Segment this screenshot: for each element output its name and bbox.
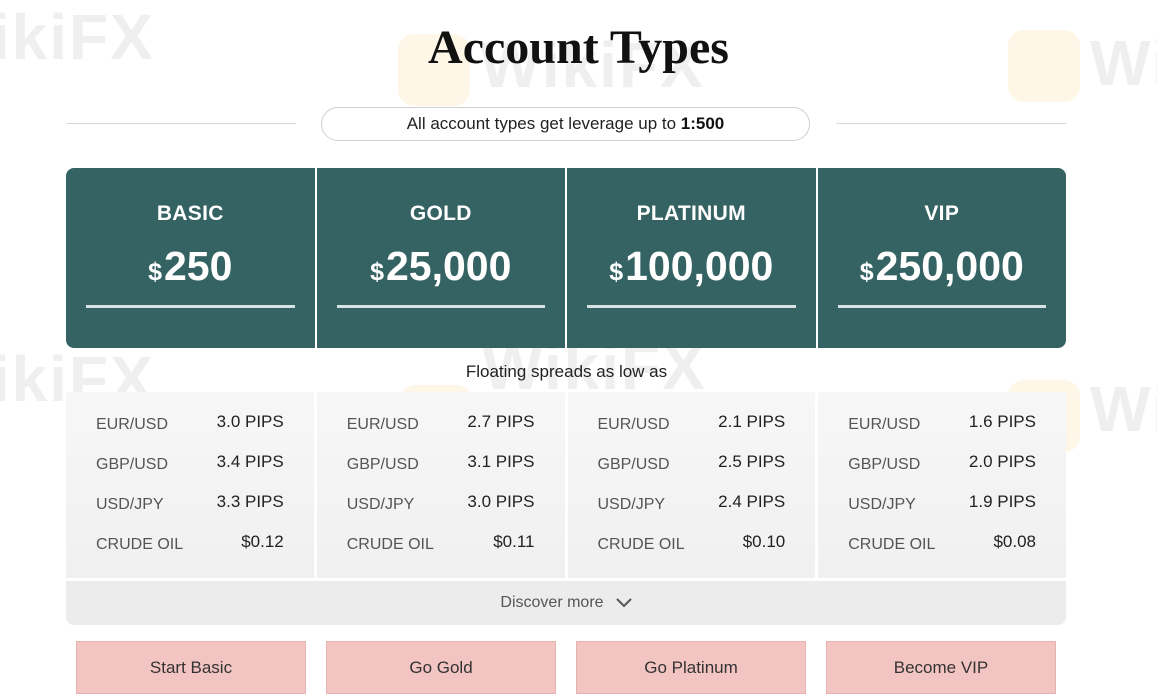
- leverage-text: All account types get leverage up to: [406, 114, 681, 133]
- currency-symbol: $: [148, 258, 162, 286]
- spread-pair: GBP/USD: [346, 456, 419, 473]
- spread-pair: GBP/USD: [96, 456, 169, 473]
- plan-price: $250: [66, 242, 315, 296]
- spread-value: $0.08: [993, 532, 1036, 551]
- spread-column-gold: EUR/USD 2.7 PIPS GBP/USD 3.1 PIPS USD/JPY 3…: [313, 392, 565, 578]
- spread-row: CRUDE OIL $0.08: [818, 532, 1066, 572]
- spread-value: 2.0 PIPS: [968, 452, 1036, 471]
- plan-card-basic: BASIC $250: [66, 168, 315, 348]
- spread-value: 3.0 PIPS: [467, 492, 535, 511]
- spread-row: EUR/USD 2.7 PIPS: [317, 412, 565, 452]
- leverage-value: 1:500: [680, 114, 725, 133]
- spread-value: $0.10: [742, 532, 786, 551]
- discover-more-label: Discover more: [500, 594, 604, 611]
- spread-value: 3.4 PIPS: [216, 452, 284, 471]
- spread-value: 3.1 PIPS: [467, 452, 535, 471]
- spreads-heading: Floating spreads as low as: [465, 362, 668, 381]
- plan-price: $250,000: [818, 242, 1067, 296]
- divider: [836, 123, 1066, 124]
- spread-row: USD/JPY 3.0 PIPS: [317, 492, 565, 532]
- currency-symbol: $: [859, 258, 874, 286]
- page-title: Account Types: [428, 21, 729, 74]
- go-platinum-button[interactable]: Go Platinum: [576, 641, 806, 694]
- go-gold-button[interactable]: Go Gold: [326, 641, 556, 694]
- spread-row: GBP/USD 2.5 PIPS: [568, 452, 816, 492]
- spread-row: EUR/USD 2.1 PIPS: [568, 412, 816, 452]
- spread-pair: EUR/USD: [848, 416, 921, 433]
- plan-card-gold: GOLD $25,000: [314, 168, 566, 348]
- plan-card-platinum: PLATINUM $100,000: [565, 168, 816, 348]
- start-basic-button[interactable]: Start Basic: [76, 641, 306, 694]
- plan-buttons: Start Basic Go Gold Go Platinum Become V…: [76, 641, 1056, 694]
- plan-price-value: 25,000: [386, 243, 512, 289]
- plan-price-value: 250: [163, 243, 233, 289]
- spread-row: GBP/USD 3.1 PIPS: [317, 452, 565, 492]
- spread-pair: EUR/USD: [96, 416, 169, 433]
- chevron-down-icon: [615, 598, 632, 608]
- spread-value: 1.6 PIPS: [968, 412, 1036, 431]
- spread-row: USD/JPY 3.3 PIPS: [66, 492, 314, 532]
- spread-pair: CRUDE OIL: [96, 536, 184, 553]
- spreads-table: EUR/USD 3.0 PIPS GBP/USD 3.4 PIPS USD/JPY 3…: [66, 392, 1066, 578]
- discover-more-button[interactable]: Discover more: [66, 581, 1066, 625]
- spread-column-platinum: EUR/USD 2.1 PIPS GBP/USD 2.5 PIPS USD/JPY 2…: [564, 392, 816, 578]
- spread-pair: CRUDE OIL: [597, 536, 685, 553]
- currency-symbol: $: [609, 258, 624, 286]
- plan-price: $25,000: [317, 242, 566, 296]
- spread-row: CRUDE OIL $0.10: [568, 532, 816, 572]
- become-vip-button[interactable]: Become VIP: [826, 641, 1056, 694]
- spread-value: 3.3 PIPS: [216, 492, 284, 511]
- plan-name: GOLD: [409, 202, 472, 225]
- plan-name: BASIC: [156, 202, 224, 225]
- spread-pair: USD/JPY: [346, 496, 415, 513]
- plan-name: PLATINUM: [636, 202, 746, 225]
- spread-pair: CRUDE OIL: [346, 536, 434, 553]
- plan-card-vip: VIP $250,000: [815, 168, 1067, 348]
- spread-value: 2.1 PIPS: [718, 412, 786, 431]
- leverage-banner: All account types get leverage up to 1:5…: [321, 107, 810, 141]
- plan-divider: [587, 305, 796, 308]
- spread-row: EUR/USD 3.0 PIPS: [66, 412, 314, 452]
- spread-pair: USD/JPY: [848, 496, 916, 513]
- spread-value: 2.4 PIPS: [718, 492, 786, 511]
- watermark-text: WikiFX: [1090, 373, 1157, 445]
- spread-column-basic: EUR/USD 3.0 PIPS GBP/USD 3.4 PIPS USD/JPY 3…: [66, 392, 314, 578]
- spread-value: 1.9 PIPS: [968, 492, 1036, 511]
- spread-row: GBP/USD 3.4 PIPS: [66, 452, 314, 492]
- spread-value: $0.11: [493, 532, 535, 551]
- plan-divider: [837, 305, 1046, 308]
- spread-row: USD/JPY 1.9 PIPS: [818, 492, 1066, 532]
- spread-row: GBP/USD 2.0 PIPS: [818, 452, 1066, 492]
- plan-divider: [336, 305, 545, 308]
- spread-value: 2.7 PIPS: [467, 412, 535, 431]
- spread-pair: USD/JPY: [96, 496, 164, 513]
- spread-row: CRUDE OIL $0.12: [66, 532, 314, 572]
- divider: [66, 123, 296, 124]
- plan-cards: BASIC $250 GOLD $25,000 PLATINUM $100,00…: [66, 168, 1066, 348]
- spread-value: 2.5 PIPS: [718, 452, 786, 471]
- spread-row: CRUDE OIL $0.11: [317, 532, 565, 572]
- spread-value: 3.0 PIPS: [216, 412, 284, 431]
- spread-pair: GBP/USD: [848, 456, 921, 473]
- spread-pair: EUR/USD: [346, 416, 419, 433]
- plan-price: $100,000: [567, 242, 816, 296]
- currency-symbol: $: [370, 258, 384, 286]
- spread-pair: USD/JPY: [597, 496, 666, 513]
- plan-price-value: 100,000: [625, 243, 774, 289]
- spread-pair: EUR/USD: [597, 416, 670, 433]
- spread-column-vip: EUR/USD 1.6 PIPS GBP/USD 2.0 PIPS USD/JPY 1…: [815, 392, 1066, 578]
- spread-value: $0.12: [241, 532, 284, 551]
- spread-row: USD/JPY 2.4 PIPS: [568, 492, 816, 532]
- spread-pair: GBP/USD: [597, 456, 670, 473]
- plan-divider: [86, 305, 295, 308]
- spread-row: EUR/USD 1.6 PIPS: [818, 412, 1066, 452]
- plan-price-value: 250,000: [875, 243, 1024, 289]
- spread-pair: CRUDE OIL: [848, 536, 936, 553]
- plan-name: VIP: [924, 202, 960, 225]
